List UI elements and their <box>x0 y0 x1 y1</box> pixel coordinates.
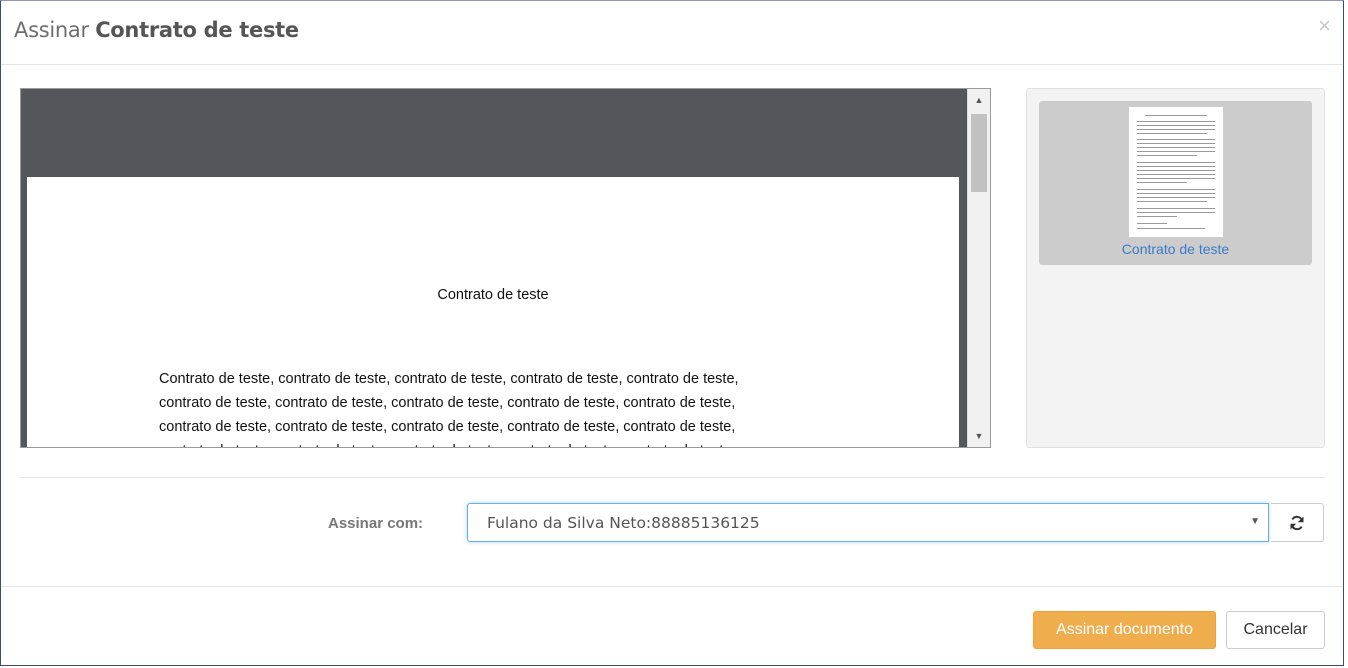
chevron-down-icon: ▼ <box>1250 516 1260 527</box>
document-text-line: contrato de teste, contrato de teste, co… <box>159 439 859 447</box>
document-viewer[interactable]: Contrato de teste Contrato de teste, con… <box>20 88 991 448</box>
thumbnail-label[interactable]: Contrato de teste <box>1039 241 1312 257</box>
document-page-title: Contrato de teste <box>437 287 549 303</box>
scroll-thumb[interactable] <box>971 114 987 192</box>
certificate-select[interactable]: Fulano da Silva Neto:88885136125 ▼ <box>467 503 1269 542</box>
refresh-button[interactable] <box>1271 503 1324 542</box>
scroll-down-icon[interactable]: ▼ <box>968 425 990 447</box>
refresh-icon <box>1290 515 1304 531</box>
modal-title-document: Contrato de teste <box>95 18 299 42</box>
modal-title-prefix: Assinar <box>14 18 89 42</box>
document-page: Contrato de teste Contrato de teste, con… <box>27 177 959 447</box>
cancel-button[interactable]: Cancelar <box>1226 611 1325 649</box>
sign-document-modal: Assinar Contrato de teste × Contrato de … <box>0 0 1344 666</box>
sign-document-button[interactable]: Assinar documento <box>1033 611 1216 649</box>
document-text-line: contrato de teste, contrato de teste, co… <box>159 395 736 411</box>
modal-header: Assinar Contrato de teste × <box>1 1 1343 65</box>
document-text-line: Contrato de teste, contrato de teste, co… <box>159 371 739 387</box>
divider <box>20 477 1325 478</box>
thumbnail-panel: Contrato de teste <box>1026 88 1325 448</box>
sign-with-label: Assinar com: <box>328 515 424 532</box>
modal-title: Assinar Contrato de teste <box>14 18 299 42</box>
thumbnail-page-preview <box>1129 107 1223 237</box>
scroll-up-icon[interactable]: ▲ <box>968 89 990 111</box>
footer-divider <box>1 586 1343 587</box>
close-icon[interactable]: × <box>1318 15 1331 37</box>
certificate-select-value: Fulano da Silva Neto:88885136125 <box>487 514 760 532</box>
document-page-body: Contrato de teste, contrato de teste, co… <box>159 367 859 447</box>
thumbnail-item[interactable]: Contrato de teste <box>1039 101 1312 265</box>
viewer-scrollbar[interactable]: ▲ ▼ <box>967 89 990 447</box>
document-text-line: contrato de teste, contrato de teste, co… <box>159 419 736 435</box>
